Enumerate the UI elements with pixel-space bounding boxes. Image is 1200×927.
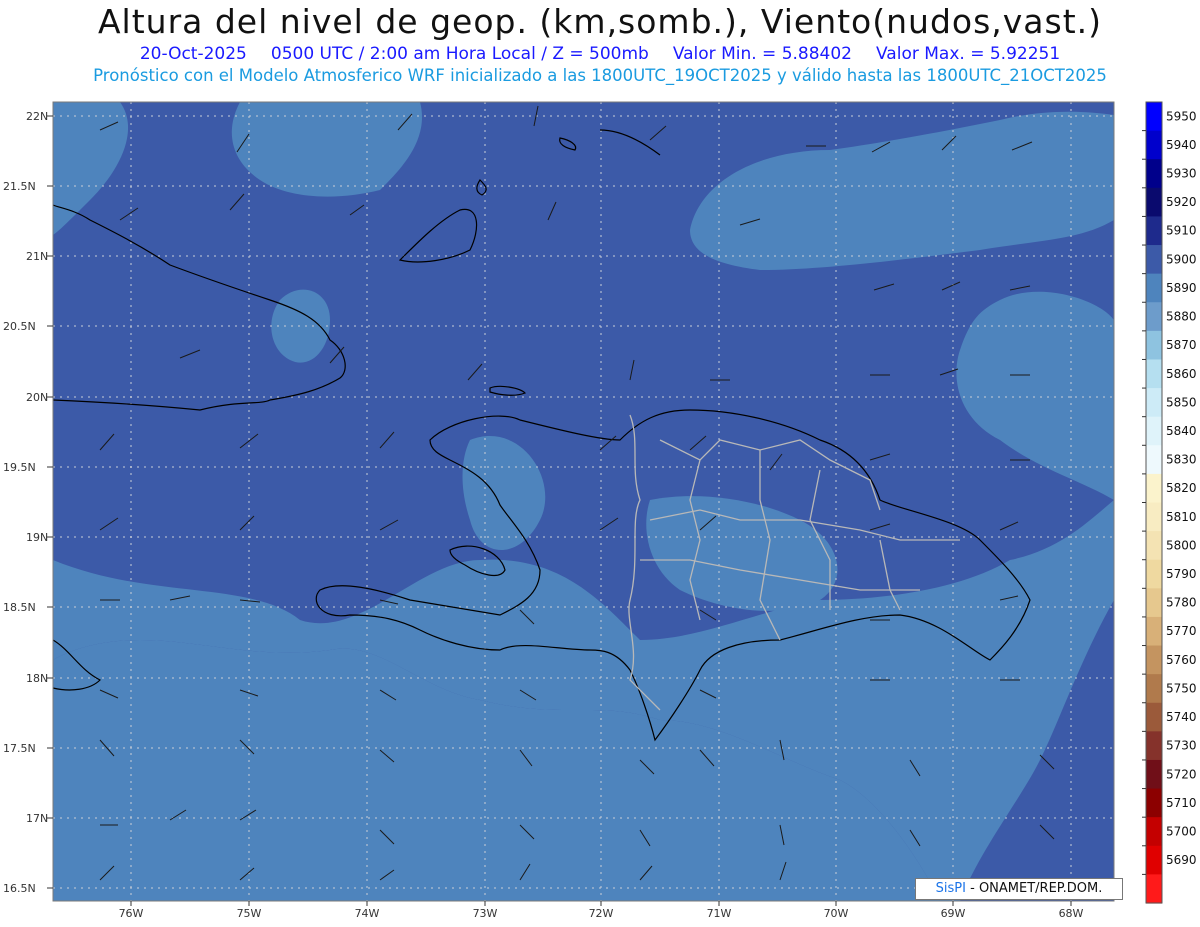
colorbar-swatch [1146, 473, 1162, 504]
colorbar-label: 5860 [1166, 367, 1197, 381]
lon-label: 69W [941, 907, 966, 920]
colorbar-label: 5940 [1166, 138, 1197, 152]
colorbar-swatch [1146, 788, 1162, 818]
min-value: Valor Min. = 5.88402 [672, 44, 852, 64]
credit-box: SisPI - ONAMET/REP.DOM. [915, 878, 1123, 900]
colorbar-swatch [1146, 187, 1162, 218]
map-subtitle-time: 20-Oct-2025 0500 UTC / 2:00 am Hora Local… [0, 44, 1200, 64]
map-figure: 22N 21.5N 21N 20.5N 20N 19.5N 19N 18.5N … [3, 101, 1197, 920]
colorbar-label: 5690 [1166, 853, 1197, 867]
colorbar-label: 5890 [1166, 281, 1197, 295]
colorbar-label: 5720 [1166, 767, 1197, 781]
colorbar-swatch [1146, 216, 1162, 246]
lon-label: 71W [707, 907, 732, 920]
colorbar-label: 5730 [1166, 739, 1197, 753]
map-subtitle-model: Pronóstico con el Modelo Atmosferico WRF… [93, 66, 1107, 85]
lat-label: 18N [26, 672, 48, 685]
colorbar-label: 5830 [1166, 453, 1197, 467]
colorbar-label: 5770 [1166, 624, 1197, 638]
colorbar-swatch [1146, 130, 1162, 160]
lat-label: 20N [26, 391, 48, 404]
lat-axis: 22N 21.5N 21N 20.5N 20N 19.5N 19N 18.5N … [3, 110, 53, 895]
colorbar-label: 5930 [1166, 167, 1197, 181]
colorbar-swatch [1146, 159, 1162, 189]
colorbar-swatch [1146, 817, 1162, 847]
colorbar-swatch [1146, 588, 1162, 618]
colorbar-swatch [1146, 874, 1162, 904]
lon-label: 76W [119, 907, 144, 920]
credit-text: - ONAMET/REP.DOM. [965, 881, 1103, 896]
colorbar-label: 5750 [1166, 681, 1197, 695]
lon-label: 73W [473, 907, 498, 920]
forecast-time-level: 0500 UTC / 2:00 am Hora Local / Z = 500m… [270, 44, 649, 64]
colorbar-label: 5880 [1166, 310, 1197, 324]
lat-label: 22N [26, 110, 48, 123]
colorbar-swatch [1146, 674, 1162, 704]
colorbar-swatch [1146, 445, 1162, 475]
map-title: Altura del nivel de geop. (km,somb.), Vi… [97, 2, 1103, 41]
colorbar-label: 5870 [1166, 338, 1197, 352]
lon-label: 70W [824, 907, 849, 920]
colorbar-label: 5910 [1166, 224, 1197, 238]
colorbar-label: 5850 [1166, 395, 1197, 409]
colorbar-swatch [1146, 359, 1162, 389]
colorbar-label: 5780 [1166, 596, 1197, 610]
lon-label: 72W [589, 907, 614, 920]
colorbar-swatch [1146, 330, 1162, 361]
lat-label: 20.5N [3, 320, 36, 333]
colorbar-swatch [1146, 102, 1162, 132]
lat-label: 16.5N [3, 882, 36, 895]
geopotential-field [53, 102, 1114, 901]
colorbar-label: 5950 [1166, 109, 1197, 123]
lat-label: 19.5N [3, 461, 36, 474]
colorbar-swatch [1146, 845, 1162, 875]
forecast-date: 20-Oct-2025 [139, 44, 247, 64]
lon-axis: 76W 75W 74W 73W 72W 71W 70W 69W 68W [119, 901, 1084, 920]
colorbar-swatch [1146, 388, 1162, 418]
colorbar-label: 5810 [1166, 510, 1197, 524]
lon-label: 75W [237, 907, 262, 920]
lon-label: 74W [355, 907, 380, 920]
lat-label: 21.5N [3, 180, 36, 193]
max-value: Valor Max. = 5.92251 [876, 44, 1061, 64]
lon-label: 68W [1059, 907, 1084, 920]
colorbar-label: 5760 [1166, 653, 1197, 667]
colorbar-swatch [1146, 302, 1162, 332]
colorbar-label: 5790 [1166, 567, 1197, 581]
colorbar: 5950 5940 5930 5920 5910 5900 5890 5880 5870 5860… [1142, 101, 1197, 904]
colorbar-label: 5920 [1166, 195, 1197, 209]
colorbar-swatch [1146, 731, 1162, 761]
colorbar-label: 5820 [1166, 481, 1197, 495]
colorbar-label: 5800 [1166, 538, 1197, 552]
credit-brand: SisPI [935, 881, 966, 896]
colorbar-label: 5740 [1166, 710, 1197, 724]
lat-label: 18.5N [3, 601, 36, 614]
colorbar-swatch [1146, 273, 1162, 303]
colorbar-swatch [1146, 502, 1162, 532]
lat-label: 17.5N [3, 742, 36, 755]
colorbar-swatch [1146, 531, 1162, 561]
colorbar-label: 5700 [1166, 824, 1197, 838]
colorbar-label: 5900 [1166, 252, 1197, 266]
colorbar-swatch [1146, 645, 1162, 675]
colorbar-swatch [1146, 245, 1162, 275]
colorbar-swatch [1146, 416, 1162, 446]
colorbar-swatch [1146, 702, 1162, 732]
colorbar-swatch [1146, 616, 1162, 647]
colorbar-swatch [1146, 559, 1162, 589]
lat-label: 21N [26, 250, 48, 263]
colorbar-label: 5710 [1166, 796, 1197, 810]
colorbar-swatch [1146, 759, 1162, 790]
lat-label: 19N [26, 531, 48, 544]
colorbar-label: 5840 [1166, 424, 1197, 438]
lat-label: 17N [26, 812, 48, 825]
